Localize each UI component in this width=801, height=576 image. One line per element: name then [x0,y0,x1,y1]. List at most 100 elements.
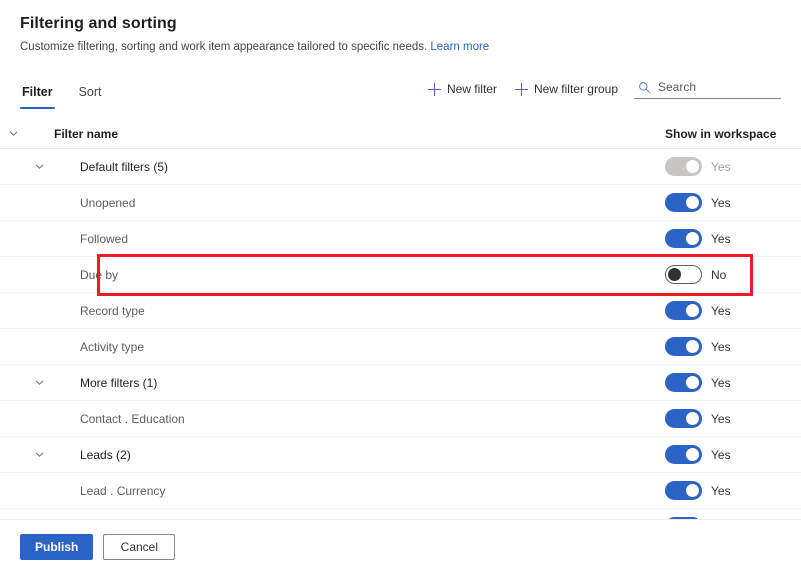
table-row[interactable]: Default filters (5) Yes [0,149,801,185]
cell-show-in-workspace: Yes [653,409,781,428]
toggle-knob [686,448,699,461]
toggle-state-label: Yes [711,195,731,210]
filter-name-label: Record type [80,303,145,318]
chevron-down-icon [35,164,43,169]
toggle-knob [686,160,699,173]
toggle-state-label: No [711,267,727,282]
search-icon [639,81,651,93]
cell-filter-name: Activity type [0,329,653,364]
toggle-state-label: Yes [711,159,731,174]
show-in-workspace-toggle[interactable] [665,445,702,464]
tab-sort[interactable]: Sort [77,84,104,109]
page-title: Filtering and sorting [20,15,177,32]
cell-filter-name: Record type [0,293,653,328]
cell-filter-name: Followed [0,221,653,256]
filter-name-label: Followed [80,231,129,246]
table-row[interactable]: Record type Yes [0,293,801,329]
show-in-workspace-toggle[interactable] [665,409,702,428]
filter-name-label: Lead . Currency [80,483,166,498]
toggle-knob [668,268,681,281]
plus-icon [514,82,528,96]
expand-collapse-toggle[interactable] [26,365,52,400]
show-in-workspace-toggle[interactable] [665,481,702,500]
publish-button[interactable]: Publish [20,534,94,560]
filter-name-label: Leads (2) [80,447,131,462]
show-in-workspace-toggle[interactable] [665,229,702,248]
table-row[interactable]: Followed Yes [0,221,801,257]
table-row[interactable]: Unopened Yes [0,185,801,221]
show-in-workspace-toggle[interactable] [665,301,702,320]
filter-name-label: More filters (1) [80,375,158,390]
collapse-all-toggle[interactable] [0,119,26,148]
toggle-knob [686,376,699,389]
cell-show-in-workspace: Yes [653,193,781,212]
show-in-workspace-toggle[interactable] [665,265,702,284]
table-row[interactable]: More filters (1) Yes [0,365,801,401]
table-row[interactable]: Lead . Currency Yes [0,473,801,509]
cell-show-in-workspace: Yes [653,373,781,392]
cell-show-in-workspace: Yes [653,157,781,176]
search-box[interactable] [634,79,781,99]
show-in-workspace-toggle[interactable] [665,193,702,212]
plus-icon [427,82,441,96]
toggle-knob [686,196,699,209]
command-bar-actions: New filter New filter group [426,79,781,109]
tab-filter[interactable]: Filter [20,84,55,109]
tab-list: Filter Sort [20,69,104,109]
new-filter-group-button[interactable]: New filter group [513,80,620,98]
toggle-state-label: Yes [711,447,731,462]
filter-name-label: Activity type [80,339,145,354]
cell-show-in-workspace: Yes [653,229,781,248]
table-row[interactable]: Contact . Education Yes [0,401,801,437]
cell-filter-name: Leads (2) [0,437,653,472]
show-in-workspace-toggle[interactable] [665,337,702,356]
expand-collapse-toggle[interactable] [26,437,52,472]
filter-name-label: Unopened [80,195,136,210]
cell-filter-name: Due by [0,257,653,292]
cell-filter-name: More filters (1) [0,365,653,400]
cancel-button[interactable]: Cancel [103,534,176,560]
toggle-state-label: Yes [711,231,731,246]
chevron-down-icon [35,452,43,457]
table-row[interactable]: Due by No [0,257,801,293]
command-bar: Filter Sort New filter New filter group [0,69,801,109]
toggle-knob [686,304,699,317]
cell-show-in-workspace: Yes [653,445,781,464]
table-row[interactable]: Activity type Yes [0,329,801,365]
search-input[interactable] [658,80,779,94]
expand-collapse-toggle[interactable] [26,149,52,184]
page-subtitle-text: Customize filtering, sorting and work it… [20,41,428,53]
page-header: Filtering and sorting Customize filterin… [0,0,801,55]
toggle-knob [686,340,699,353]
table-header-row: Filter name Show in workspace [0,119,801,149]
cell-show-in-workspace: No [653,265,781,284]
toggle-state-label: Yes [711,339,731,354]
toggle-state-label: Yes [711,483,731,498]
cell-filter-name: Default filters (5) [0,149,653,184]
learn-more-link[interactable]: Learn more [430,41,489,53]
toggle-knob [686,412,699,425]
chevron-down-icon [9,131,17,136]
filter-table: Filter name Show in workspace Default fi… [0,119,801,545]
cell-filter-name: Lead . Currency [0,473,653,508]
filter-name-label: Default filters (5) [80,159,169,174]
toggle-state-label: Yes [711,303,731,318]
table-row[interactable]: Leads (2) Yes [0,437,801,473]
new-filter-button[interactable]: New filter [426,80,499,98]
new-filter-group-label: New filter group [533,82,618,96]
header-cell-filter-name: Filter name [0,119,653,148]
page-subtitle: Customize filtering, sorting and work it… [20,39,781,55]
show-in-workspace-toggle[interactable] [665,373,702,392]
show-in-workspace-toggle [665,157,702,176]
cell-show-in-workspace: Yes [653,301,781,320]
cell-show-in-workspace: Yes [653,337,781,356]
column-header-show-in-workspace: Show in workspace [665,126,777,141]
new-filter-label: New filter [446,82,497,96]
cell-filter-name: Unopened [0,185,653,220]
